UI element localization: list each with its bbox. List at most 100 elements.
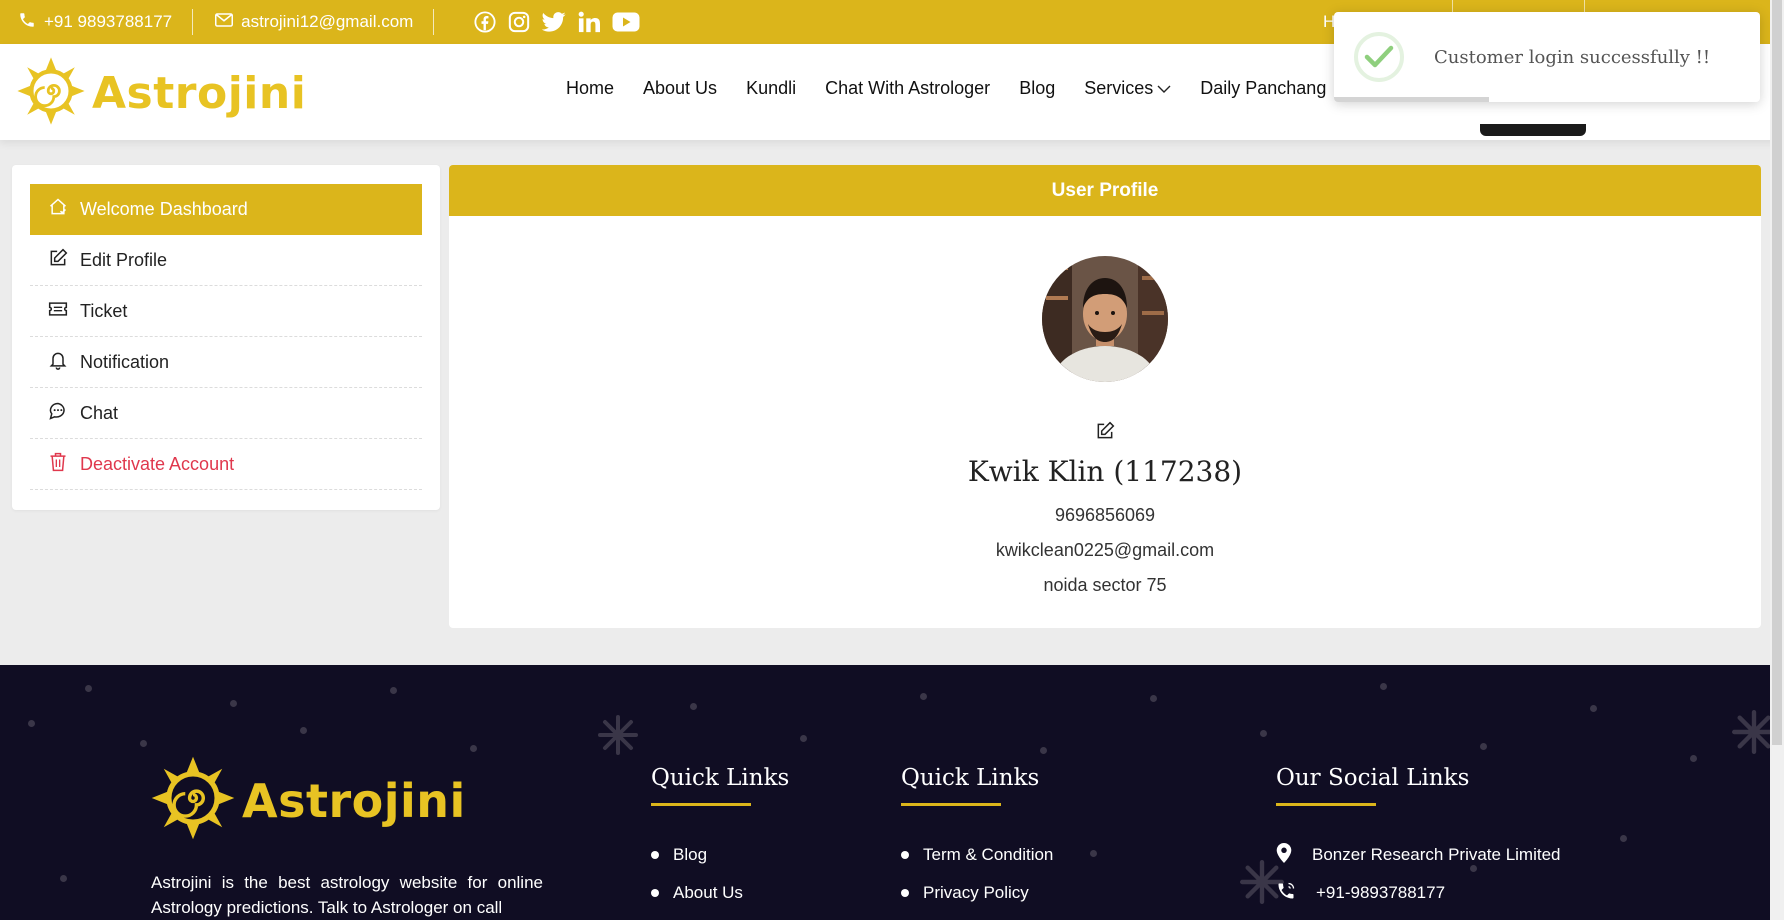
footer-col-title: Quick Links (901, 765, 1040, 791)
footer-link-label: Blog (673, 845, 708, 864)
success-toast[interactable]: Customer login successfully !! (1334, 12, 1760, 102)
logo-text: Astrojini (92, 68, 307, 119)
star-decoration (1690, 755, 1697, 762)
bullet (901, 851, 909, 859)
asterisk-star-icon (1732, 710, 1770, 759)
star-decoration (85, 685, 92, 692)
sidebar-item-label: Deactivate Account (80, 453, 235, 474)
footer-logo-text: Astrojini (242, 773, 466, 828)
star-decoration (1620, 835, 1627, 842)
bell-icon (48, 350, 68, 375)
footer-link-blog[interactable]: Blog (651, 836, 789, 874)
sidebar-item-deactivate-account[interactable]: Deactivate Account (30, 439, 422, 490)
star-decoration (390, 687, 397, 694)
footer-social-links: Our Social Links Bonzer Research Private… (1276, 765, 1561, 912)
youtube-icon[interactable] (612, 11, 640, 33)
star-decoration (920, 693, 927, 700)
linkedin-icon[interactable] (578, 11, 601, 33)
edit-icon (48, 248, 68, 273)
sidebar-item-label: Chat (80, 402, 119, 423)
nav-blog[interactable]: Blog (1019, 78, 1055, 99)
phone-icon (18, 11, 36, 34)
title-underline (651, 803, 751, 806)
footer-col-title: Quick Links (651, 765, 790, 791)
divider (433, 9, 435, 35)
footer-link-terms[interactable]: Term & Condition (901, 836, 1053, 874)
header-action-button[interactable] (1480, 124, 1586, 136)
facebook-icon[interactable] (474, 11, 496, 33)
profile-card-header: User Profile (449, 165, 1761, 216)
site-footer: Astrojini Astrojini is the best astrolog… (0, 665, 1770, 920)
footer-link-about-us[interactable]: About Us (651, 874, 789, 912)
home-icon (48, 197, 68, 222)
phone-text: +91 9893788177 (44, 12, 173, 31)
ticket-icon (48, 301, 68, 322)
email-text: astrojini12@gmail.com (241, 12, 414, 31)
location-pin-icon (1276, 842, 1292, 868)
nav-services-label: Services (1084, 78, 1154, 98)
footer-description: Astrojini is the best astrology website … (151, 873, 543, 917)
bullet (901, 889, 909, 897)
trash-icon (48, 451, 68, 478)
chevron-down-icon (1157, 78, 1171, 99)
chat-icon (48, 401, 68, 426)
star-decoration (1040, 747, 1047, 754)
site-logo[interactable]: Astrojini (16, 56, 306, 131)
star-decoration (1090, 850, 1097, 857)
footer-logo[interactable]: Astrojini (150, 755, 466, 846)
footer-company-name: Bonzer Research Private Limited (1312, 845, 1561, 864)
twitter-icon[interactable] (542, 11, 566, 33)
footer-link-label: About Us (673, 883, 743, 902)
page-scrollbar[interactable] (1770, 0, 1784, 920)
mail-icon (215, 12, 234, 32)
footer-quick-links-1: Quick Links Blog About Us (651, 765, 789, 912)
nav-about-us[interactable]: About Us (643, 78, 717, 99)
bullet (651, 851, 659, 859)
star-decoration (470, 745, 477, 752)
star-decoration (1380, 683, 1387, 690)
main-nav: Home About Us Kundli Chat With Astrologe… (566, 78, 1326, 99)
star-decoration (1260, 730, 1267, 737)
dashboard-sidebar: Welcome Dashboard Edit Profile Ticket No… (12, 165, 440, 510)
sidebar-item-ticket[interactable]: Ticket (30, 286, 422, 337)
title-underline (1276, 803, 1376, 806)
nav-daily-panchang[interactable]: Daily Panchang (1200, 78, 1326, 99)
asterisk-star-icon (598, 715, 638, 760)
star-decoration (300, 727, 307, 734)
star-decoration (140, 740, 147, 747)
nav-home[interactable]: Home (566, 78, 614, 99)
star-decoration (230, 700, 237, 707)
profile-email: kwikclean0225@gmail.com (995, 540, 1215, 560)
scrollbar-thumb[interactable] (1772, 0, 1782, 745)
sidebar-item-edit-profile[interactable]: Edit Profile (30, 235, 422, 286)
divider (192, 9, 194, 35)
star-decoration (800, 735, 807, 742)
footer-link-privacy[interactable]: Privacy Policy (901, 874, 1053, 912)
star-decoration (1150, 695, 1157, 702)
footer-quick-links-2: Quick Links Term & Condition Privacy Pol… (901, 765, 1053, 912)
sidebar-item-welcome-dashboard[interactable]: Welcome Dashboard (30, 184, 422, 235)
footer-link-label: Privacy Policy (923, 883, 1029, 902)
profile-name: Kwik Klin (117238) (967, 455, 1243, 488)
sidebar-item-notification[interactable]: Notification (30, 337, 422, 388)
contact-email[interactable]: astrojini12@gmail.com (215, 12, 413, 32)
sun-logo-icon (150, 755, 236, 846)
profile-address: noida sector 75 (1043, 575, 1167, 595)
edit-photo-icon[interactable] (1095, 421, 1115, 446)
star-decoration (1480, 743, 1487, 750)
contact-phone[interactable]: +91 9893788177 (18, 11, 172, 34)
nav-services[interactable]: Services (1084, 78, 1171, 99)
user-profile-card: User Profile Kwik Klin (117238) 96968560… (449, 165, 1761, 628)
nav-chat-with-astrologer[interactable]: Chat With Astrologer (825, 78, 990, 99)
sidebar-item-chat[interactable]: Chat (30, 388, 422, 439)
title-underline (901, 803, 1001, 806)
success-check-icon (1354, 32, 1404, 82)
footer-phone[interactable]: +91-9893788177 (1276, 874, 1561, 912)
profile-phone: 9696856069 (1054, 505, 1156, 525)
footer-col-title: Our Social Links (1276, 765, 1470, 791)
avatar (1042, 256, 1168, 382)
sun-logo-icon (16, 56, 86, 131)
nav-kundli[interactable]: Kundli (746, 78, 796, 99)
star-decoration (1590, 705, 1597, 712)
instagram-icon[interactable] (508, 11, 530, 33)
